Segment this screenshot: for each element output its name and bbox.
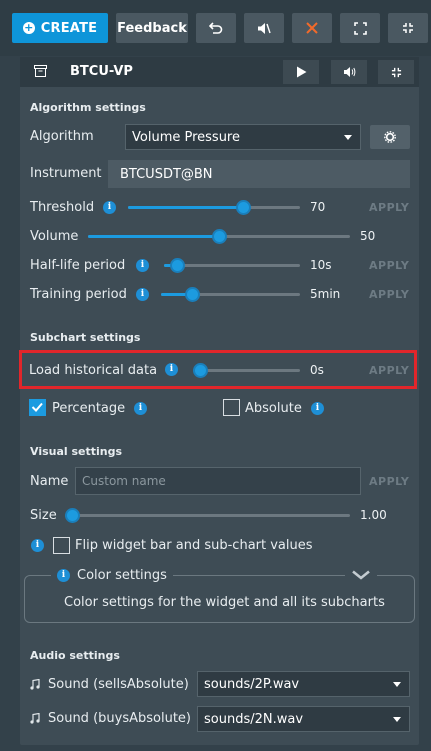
training-period-apply-button[interactable]: APPLY	[369, 288, 409, 301]
expand-button[interactable]	[340, 13, 380, 43]
percentage-label: Percentage	[52, 401, 126, 416]
name-apply-button[interactable]: APPLY	[369, 475, 409, 488]
algorithm-label: Algorithm	[30, 129, 94, 144]
plus-circle-icon: +	[22, 21, 35, 34]
widget-header: BTCU-VP	[20, 57, 419, 87]
algorithm-config-button[interactable]	[370, 125, 410, 149]
half-life-slider-handle[interactable]	[170, 258, 186, 273]
color-settings-label: Color settings	[77, 567, 167, 583]
half-life-value: 10s	[310, 258, 332, 272]
volume-label: Volume	[30, 229, 79, 244]
half-life-label: Half-life period	[30, 258, 126, 273]
info-icon[interactable]: i	[134, 402, 147, 415]
close-all-button[interactable]	[292, 13, 332, 43]
highlight-box	[19, 350, 417, 389]
volume-slider-handle[interactable]	[211, 229, 227, 244]
threshold-slider-fill	[128, 206, 244, 209]
half-life-apply-button[interactable]: APPLY	[369, 259, 409, 272]
algorithm-settings-heading: Algorithm settings	[30, 101, 146, 114]
training-period-slider[interactable]	[161, 287, 300, 302]
training-period-value: 5min	[310, 287, 341, 301]
expand-icon	[353, 21, 367, 35]
feedback-button[interactable]: Feedback	[116, 13, 188, 43]
color-settings-expand[interactable]	[345, 566, 377, 584]
instrument-value: BTCUSDT@BN	[108, 160, 410, 188]
create-button-label: CREATE	[40, 20, 98, 36]
widget-title: BTCU-VP	[70, 64, 133, 79]
sound-buys-select[interactable]: sounds/2N.wav	[197, 706, 410, 732]
volume-value: 50	[360, 229, 376, 243]
sound-sells-value: sounds/2P.wav	[204, 676, 300, 692]
play-icon	[296, 66, 306, 78]
widget-settings-panel: BTCU-VP Algorithm settings Algorithm Vol…	[20, 57, 419, 745]
instrument-label: Instrument	[30, 166, 102, 181]
sound-sells-select[interactable]: sounds/2P.wav	[197, 671, 410, 697]
mute-icon	[258, 22, 271, 34]
sound-buys-label: Sound (buysAbsolute)	[48, 711, 191, 726]
size-value: 1.00	[360, 508, 387, 522]
size-slider[interactable]	[65, 508, 350, 523]
compress-icon	[403, 23, 413, 33]
half-life-slider[interactable]	[164, 258, 300, 273]
chevron-down-icon	[393, 682, 401, 687]
algorithm-select-value: Volume Pressure	[132, 129, 240, 145]
audio-settings-heading: Audio settings	[30, 649, 120, 662]
subchart-settings-heading: Subchart settings	[30, 331, 141, 344]
flip-label: Flip widget bar and sub-chart values	[75, 538, 313, 553]
threshold-slider[interactable]	[128, 200, 300, 215]
threshold-apply-button[interactable]: APPLY	[369, 201, 409, 214]
volume-slider[interactable]	[88, 229, 350, 244]
color-settings-group: i Color settings Color settings for the …	[24, 566, 415, 623]
training-period-label: Training period	[30, 287, 127, 302]
flip-checkbox[interactable]	[53, 537, 70, 554]
info-icon[interactable]: i	[103, 201, 116, 214]
absolute-label: Absolute	[245, 401, 302, 416]
volume-slider-fill	[88, 235, 219, 238]
sound-buys-value: sounds/2N.wav	[204, 711, 304, 727]
widget-compress-button[interactable]	[378, 60, 414, 84]
compress-button[interactable]	[388, 13, 428, 43]
chevron-down-icon	[352, 570, 370, 580]
color-settings-description: Color settings for the widget and all it…	[64, 595, 385, 610]
play-button[interactable]	[283, 60, 319, 84]
volume-icon	[343, 67, 355, 77]
music-note-icon	[30, 679, 40, 690]
top-toolbar: + CREATE Feedback	[0, 0, 431, 56]
algorithm-select[interactable]: Volume Pressure	[125, 124, 361, 150]
compress-icon	[391, 67, 401, 77]
name-label: Name	[30, 474, 69, 489]
absolute-checkbox[interactable]	[223, 399, 240, 416]
gear-icon	[384, 131, 396, 143]
checkmark-icon	[31, 402, 43, 412]
chevron-down-icon	[344, 135, 352, 140]
chevron-down-icon	[393, 717, 401, 722]
sound-sells-label: Sound (sellsAbsolute)	[48, 677, 189, 692]
archive-icon[interactable]	[34, 65, 47, 77]
training-period-slider-handle[interactable]	[185, 287, 201, 302]
size-slider-handle[interactable]	[65, 508, 80, 523]
info-icon[interactable]: i	[31, 539, 44, 552]
threshold-value: 70	[310, 200, 326, 214]
mute-all-button[interactable]	[244, 13, 284, 43]
custom-name-input[interactable]: Custom name	[75, 467, 361, 495]
size-label: Size	[30, 508, 57, 523]
create-button[interactable]: + CREATE	[12, 13, 108, 43]
info-icon[interactable]: i	[136, 259, 149, 272]
undo-icon	[209, 22, 223, 34]
threshold-label: Threshold	[30, 200, 95, 215]
visual-settings-heading: Visual settings	[30, 445, 123, 458]
info-icon[interactable]: i	[136, 288, 149, 301]
music-note-icon	[30, 713, 40, 724]
undo-button[interactable]	[196, 13, 236, 43]
close-icon	[306, 22, 318, 34]
info-icon[interactable]: i	[311, 402, 324, 415]
info-icon[interactable]: i	[57, 568, 70, 582]
threshold-slider-handle[interactable]	[235, 200, 251, 215]
color-settings-toggle[interactable]: i Color settings	[51, 566, 173, 584]
percentage-checkbox[interactable]	[29, 399, 46, 416]
sound-button[interactable]	[331, 60, 367, 84]
